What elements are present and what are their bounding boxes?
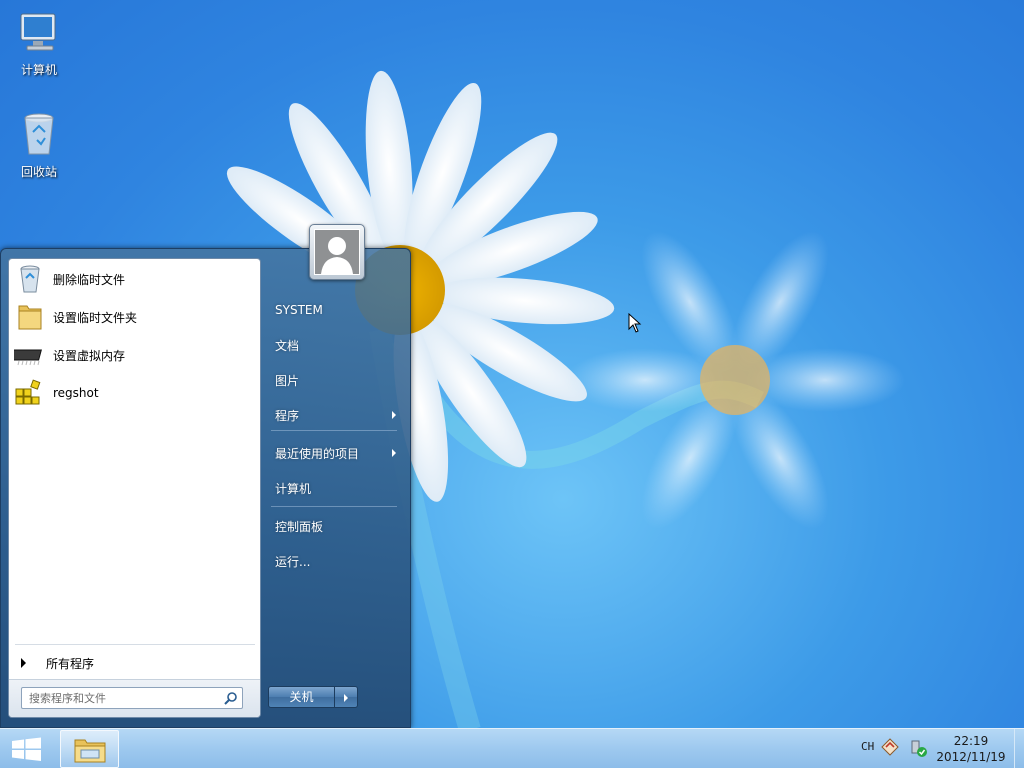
- submenu-arrow-icon: [392, 411, 396, 419]
- program-label: 设置虚拟内存: [53, 348, 126, 363]
- system-clock[interactable]: 22:19 2012/11/19: [934, 733, 1008, 765]
- desktop-icon-computer[interactable]: 计算机: [3, 8, 75, 78]
- user-avatar[interactable]: [309, 224, 365, 280]
- start-item-label: 最近使用的项目: [275, 446, 360, 461]
- divider: [271, 430, 397, 431]
- taskbar-explorer-button[interactable]: [60, 730, 119, 768]
- search-area: [9, 679, 260, 717]
- regshot-icon: [15, 379, 41, 405]
- recycle-bin-icon: [24, 113, 54, 155]
- program-label: 设置临时文件夹: [53, 310, 138, 325]
- recycle-bin-icon: [20, 265, 40, 293]
- search-icon[interactable]: [224, 691, 238, 705]
- start-item-label: 控制面板: [275, 519, 324, 534]
- start-item-label: 计算机: [275, 481, 312, 496]
- start-button[interactable]: [0, 729, 54, 768]
- user-icon: [315, 230, 359, 274]
- start-menu: 删除临时文件 设置临时文件夹 设置虚拟内存 regshot 所有程序 搜索程序和…: [0, 224, 411, 728]
- start-item-label: 文档: [275, 338, 300, 353]
- shutdown-options-button[interactable]: [335, 686, 358, 708]
- program-label: 删除临时文件: [53, 272, 126, 287]
- divider: [271, 506, 397, 507]
- taskbar: CH 22:19 2012/11/19: [0, 728, 1024, 768]
- shutdown-button[interactable]: 关机: [268, 686, 335, 708]
- show-desktop-button[interactable]: [1014, 729, 1024, 768]
- network-icon[interactable]: [881, 738, 899, 756]
- clock-time: 22:19: [953, 734, 989, 748]
- start-item-run[interactable]: 运行...: [267, 546, 402, 576]
- expand-arrow-icon: [21, 658, 26, 668]
- all-programs-label: 所有程序: [46, 656, 95, 671]
- desktop-icon-label: 计算机: [20, 63, 57, 77]
- program-label: regshot: [53, 386, 99, 400]
- search-input[interactable]: [24, 690, 214, 706]
- start-item-label: 运行...: [275, 554, 311, 569]
- submenu-arrow-icon: [392, 449, 396, 457]
- mouse-cursor-icon: [628, 313, 642, 333]
- program-item-regshot[interactable]: regshot: [13, 375, 256, 411]
- program-item-delete-temp[interactable]: 删除临时文件: [13, 261, 256, 297]
- start-item-control-panel[interactable]: 控制面板: [267, 511, 402, 541]
- clock-date: 2012/11/19: [936, 750, 1006, 764]
- computer-icon: [20, 13, 56, 51]
- memory-chip-icon: [14, 349, 42, 366]
- divider: [15, 644, 255, 645]
- start-item-label: SYSTEM: [275, 303, 323, 317]
- desktop-icon-recycle-bin[interactable]: 回收站: [3, 110, 75, 180]
- all-programs-button[interactable]: 所有程序: [13, 651, 256, 675]
- desktop-icon-label: 回收站: [20, 165, 57, 179]
- search-box[interactable]: [21, 687, 243, 709]
- start-menu-programs-pane: 删除临时文件 设置临时文件夹 设置虚拟内存 regshot 所有程序 搜索程序和…: [8, 258, 261, 718]
- program-item-set-temp-folder[interactable]: 设置临时文件夹: [13, 299, 256, 335]
- folder-icon: [74, 739, 106, 763]
- start-item-documents[interactable]: 文档: [267, 330, 402, 360]
- start-item-recent[interactable]: 最近使用的项目: [267, 438, 402, 468]
- chevron-right-icon: [344, 694, 348, 702]
- start-item-label: 图片: [275, 373, 300, 388]
- start-item-user[interactable]: SYSTEM: [267, 295, 402, 325]
- start-item-computer[interactable]: 计算机: [267, 473, 402, 503]
- start-item-programs[interactable]: 程序: [267, 400, 402, 430]
- program-item-virtual-memory[interactable]: 设置虚拟内存: [13, 337, 256, 373]
- folder-icon: [18, 305, 42, 330]
- action-center-icon[interactable]: [908, 738, 928, 758]
- start-item-pictures[interactable]: 图片: [267, 365, 402, 395]
- windows-logo-icon: [12, 737, 41, 761]
- language-indicator[interactable]: CH: [861, 740, 874, 753]
- start-item-label: 程序: [275, 408, 300, 423]
